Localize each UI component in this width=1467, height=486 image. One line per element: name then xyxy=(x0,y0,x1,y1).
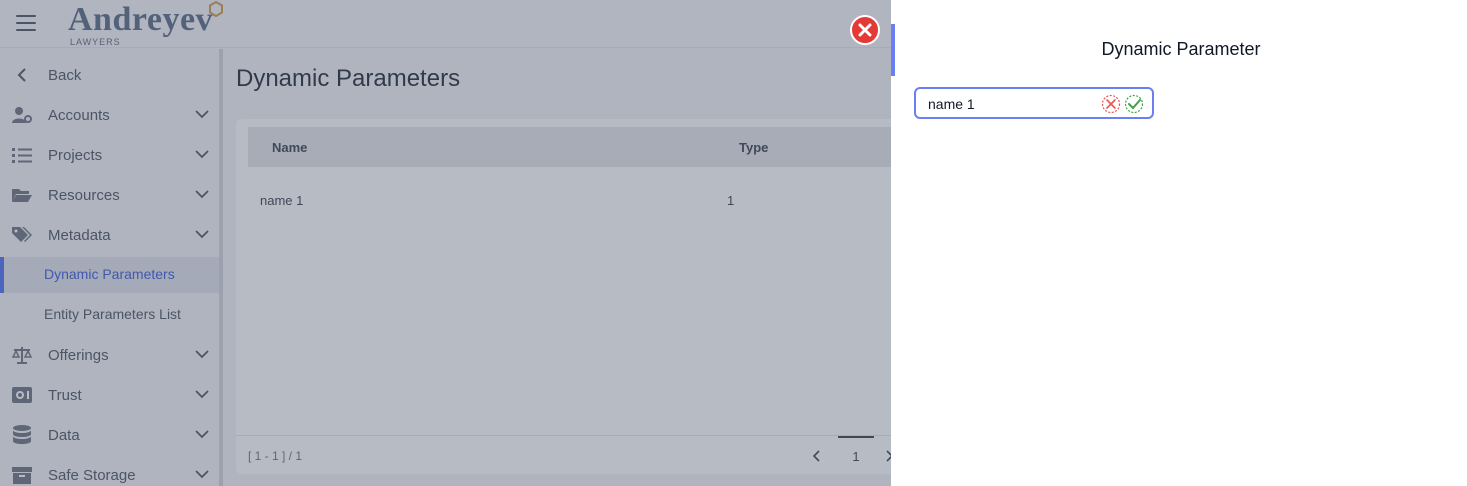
confirm-edit-icon[interactable] xyxy=(1124,94,1144,114)
side-panel: Dynamic Parameter xyxy=(891,0,1467,486)
close-icon xyxy=(858,23,872,37)
name-input[interactable] xyxy=(928,94,1098,114)
modal-overlay[interactable] xyxy=(0,0,891,486)
close-panel-button[interactable] xyxy=(850,15,880,45)
app-background: Andreyev LAWYERS Back Accounts Projects … xyxy=(0,0,891,486)
name-edit-field[interactable] xyxy=(914,87,1154,119)
panel-title: Dynamic Parameter xyxy=(1101,39,1261,59)
cancel-edit-icon[interactable] xyxy=(1101,94,1121,114)
